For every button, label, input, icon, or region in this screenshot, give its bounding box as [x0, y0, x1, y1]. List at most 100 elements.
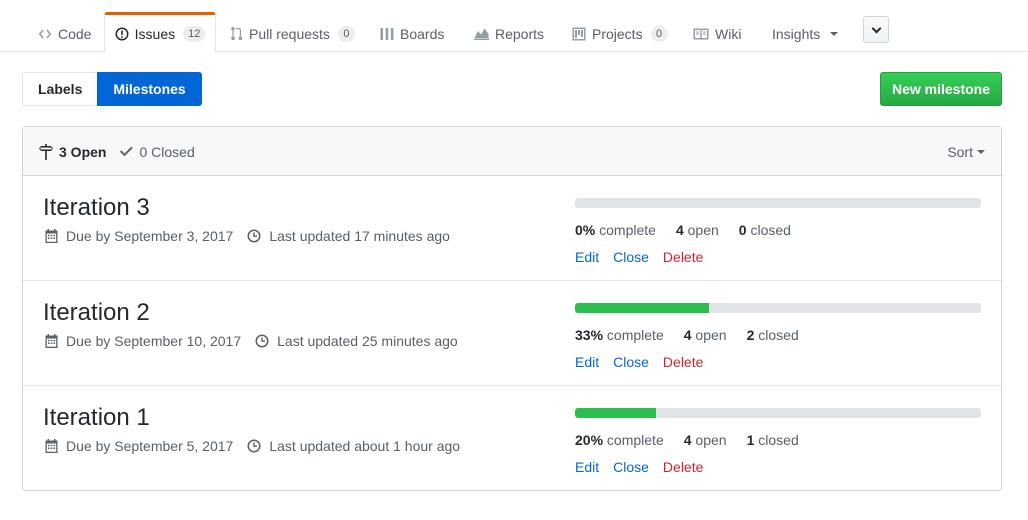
progress-bar — [575, 198, 981, 208]
open-value: 4 — [683, 327, 692, 343]
edit-link[interactable]: Edit — [575, 459, 599, 475]
tab-reports-label: Reports — [495, 25, 545, 42]
closed-issues: 2 closed — [747, 327, 799, 343]
progress-bar — [575, 303, 981, 313]
calendar-icon — [45, 334, 58, 348]
sort-label: Sort — [947, 143, 973, 160]
project-icon — [572, 27, 586, 40]
last-updated: Last updated 25 minutes ago — [255, 333, 458, 349]
tab-boards[interactable]: Boards — [380, 12, 444, 53]
open-issues: 4 open — [684, 327, 727, 343]
progress-fill — [575, 303, 709, 313]
new-milestone-button[interactable]: New milestone — [880, 72, 1002, 106]
milestone-stats: 33% complete 4 open 2 closed — [575, 327, 799, 343]
last-updated-text: Last updated 25 minutes ago — [277, 333, 458, 349]
issues-counter: 12 — [183, 25, 206, 42]
code-icon — [38, 29, 52, 38]
tab-code-label: Code — [58, 25, 92, 42]
calendar-icon — [45, 439, 58, 453]
open-value: 4 — [683, 432, 692, 448]
milestone-row: Iteration 3 Due by September 3, 2017 Las… — [23, 176, 1001, 281]
delete-link[interactable]: Delete — [663, 459, 703, 475]
open-word: open — [687, 222, 719, 238]
closed-word: closed — [758, 327, 799, 343]
graph-icon — [474, 28, 489, 40]
delete-link[interactable]: Delete — [663, 249, 703, 265]
caret-down-icon — [977, 149, 985, 154]
milestone-actions: Edit Close Delete — [575, 459, 703, 475]
percent-complete: 0% complete — [575, 222, 656, 238]
due-date: Due by September 10, 2017 — [45, 333, 241, 349]
progress-fill — [575, 408, 657, 418]
delete-link[interactable]: Delete — [663, 354, 703, 370]
sort-dropdown[interactable]: Sort — [947, 127, 985, 176]
closed-issues: 0 closed — [739, 222, 791, 238]
tab-pull-requests[interactable]: Pull requests 0 — [231, 12, 355, 53]
milestone-title[interactable]: Iteration 3 — [43, 194, 150, 222]
last-updated-text: Last updated about 1 hour ago — [269, 438, 461, 454]
percent-word: complete — [599, 222, 656, 238]
tab-issues-label: Issues — [134, 25, 176, 42]
open-word: open — [695, 432, 727, 448]
closed-value: 1 — [746, 432, 755, 448]
open-issues: 4 open — [676, 222, 719, 238]
closed-count-label: 0 Closed — [139, 143, 195, 160]
due-date: Due by September 3, 2017 — [45, 228, 233, 244]
close-link[interactable]: Close — [613, 249, 649, 265]
tab-wiki[interactable]: Wiki — [693, 12, 741, 53]
edit-link[interactable]: Edit — [575, 249, 599, 265]
milestone-stats: 0% complete 4 open 0 closed — [575, 222, 791, 238]
tab-pull-requests-label: Pull requests — [249, 25, 330, 42]
open-count-label: 3 Open — [59, 143, 107, 160]
milestone-icon — [39, 143, 53, 160]
open-issues: 4 open — [684, 432, 727, 448]
clock-icon — [247, 229, 261, 243]
tab-code[interactable]: Code — [38, 12, 91, 53]
close-link[interactable]: Close — [613, 354, 649, 370]
percent-word: complete — [606, 327, 664, 343]
open-filter[interactable]: 3 Open — [39, 143, 107, 160]
calendar-icon — [45, 229, 58, 243]
open-word: open — [695, 327, 727, 343]
milestone-title[interactable]: Iteration 1 — [43, 404, 150, 432]
tab-boards-label: Boards — [400, 25, 445, 42]
due-date-text: Due by September 5, 2017 — [66, 438, 234, 454]
check-icon — [120, 146, 134, 157]
last-updated-text: Last updated 17 minutes ago — [269, 228, 450, 244]
caret-down-icon — [830, 31, 839, 36]
closed-issues: 1 closed — [747, 432, 799, 448]
tab-projects-label: Projects — [592, 25, 643, 42]
close-link[interactable]: Close — [613, 459, 649, 475]
milestone-actions: Edit Close Delete — [575, 249, 703, 265]
percent-word: complete — [606, 432, 664, 448]
tab-projects[interactable]: Projects 0 — [572, 12, 668, 53]
state-filters: 3 Open 0 Closed — [39, 127, 195, 176]
pull-requests-counter: 0 — [337, 25, 355, 42]
milestones-table: 3 Open 0 Closed Sort Iteration 3 Due by … — [22, 126, 1002, 491]
last-updated: Last updated 17 minutes ago — [247, 228, 450, 244]
tab-insights-label: Insights — [772, 25, 821, 42]
more-tabs-button[interactable] — [863, 16, 889, 43]
closed-filter[interactable]: 0 Closed — [120, 143, 195, 160]
tab-reports[interactable]: Reports — [474, 12, 544, 53]
percent-value: 0% — [575, 222, 596, 238]
milestone-actions: Edit Close Delete — [575, 354, 703, 370]
tab-issues[interactable]: Issues 12 — [104, 12, 216, 53]
git-pull-request-icon — [231, 27, 243, 40]
milestone-list: Iteration 3 Due by September 3, 2017 Las… — [23, 176, 1001, 490]
projects-counter: 0 — [650, 25, 668, 42]
due-date-text: Due by September 3, 2017 — [66, 228, 234, 244]
repo-nav: Code Issues 12 Pull requests 0 Boards Re… — [0, 0, 1028, 53]
chevron-down-icon — [871, 23, 881, 33]
milestone-meta: Due by September 3, 2017 Last updated 17… — [45, 228, 464, 244]
closed-word: closed — [750, 222, 791, 238]
tab-insights[interactable]: Insights — [772, 12, 839, 53]
closed-value: 2 — [746, 327, 755, 343]
percent-value: 20% — [575, 432, 604, 448]
labels-tab[interactable]: Labels — [22, 72, 98, 106]
milestones-tab[interactable]: Milestones — [97, 72, 202, 106]
edit-link[interactable]: Edit — [575, 354, 599, 370]
clock-icon — [247, 439, 261, 453]
percent-value: 33% — [575, 327, 604, 343]
milestone-title[interactable]: Iteration 2 — [43, 299, 150, 327]
